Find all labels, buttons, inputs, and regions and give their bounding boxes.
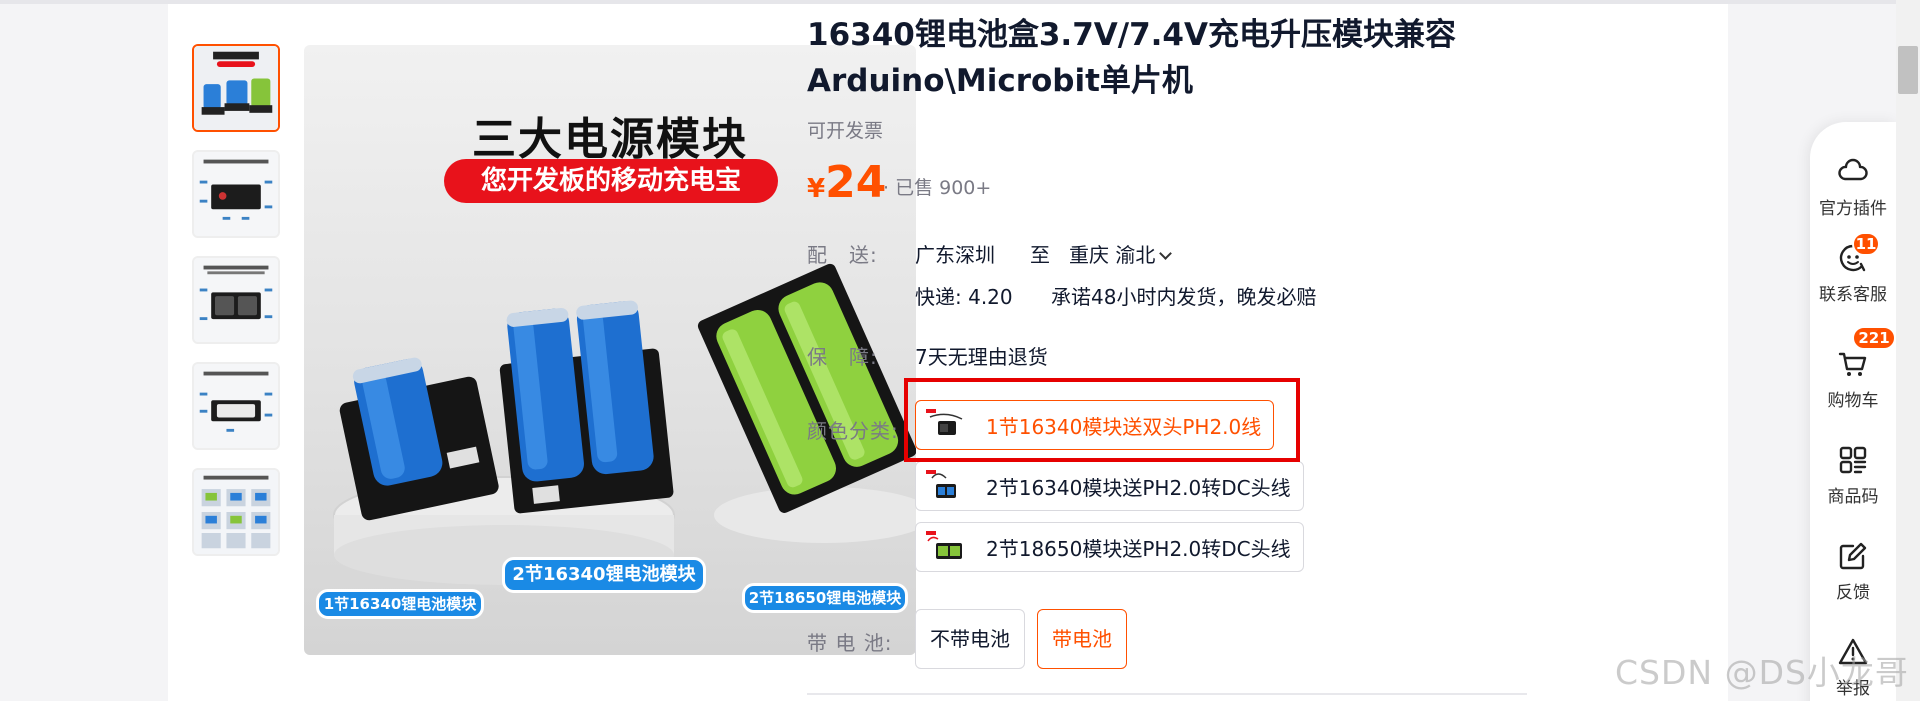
divider: [807, 693, 1527, 695]
right-sidebar: 官方插件 联系客服 11 购物车 221 商品码 反馈 举报: [1810, 122, 1896, 701]
sku-thumbnail-icon: [924, 529, 968, 565]
thumbnail-3[interactable]: [192, 256, 280, 344]
sku-thumbnail-icon: [924, 468, 968, 504]
color-label: 颜色分类:: [807, 419, 899, 443]
product-title: 16340锂电池盒3.7V/7.4V充电升压模块兼容Arduino\Microb…: [807, 17, 1456, 99]
plugin-icon: [1838, 158, 1868, 181]
image-subline: 您开发板的移动充电宝: [444, 159, 778, 203]
price: ¥24: [807, 157, 886, 208]
cart-icon: [1838, 352, 1867, 376]
scrollbar[interactable]: [1896, 0, 1920, 701]
currency-symbol: ¥: [807, 174, 826, 204]
delivery-label: 配 送:: [807, 243, 878, 267]
guarantee-label: 保 障:: [807, 345, 878, 369]
thumbnail-1[interactable]: [192, 44, 280, 132]
edit-icon: [1839, 542, 1867, 570]
sku-option-2[interactable]: 2节16340模块送PH2.0转DC头线: [915, 461, 1304, 511]
sidebar-item-cart[interactable]: 购物车: [1810, 348, 1896, 411]
invoice-note: 可开发票: [807, 120, 884, 142]
sku-label: 2节18650模块送PH2.0转DC头线: [986, 536, 1291, 561]
image-caption-1: 1节16340锂电池模块: [316, 589, 484, 619]
delivery-from: 广东深圳: [915, 243, 995, 267]
selection-highlight-box: [904, 378, 1300, 462]
scrollbar-thumb[interactable]: [1898, 46, 1918, 94]
delivery-destination: 重庆 渝北: [1069, 243, 1156, 267]
image-caption-3: 2节18650锂电池模块: [742, 583, 908, 613]
battery-option-none[interactable]: 不带电池: [915, 609, 1025, 669]
sku-option-3[interactable]: 2节18650模块送PH2.0转DC头线: [915, 522, 1304, 572]
image-caption-2: 2节16340锂电池模块: [502, 557, 706, 593]
price-value: 24: [825, 157, 887, 208]
sidebar-label: 反馈: [1836, 583, 1870, 603]
sidebar-item-feedback[interactable]: 反馈: [1810, 540, 1896, 603]
guarantee-value: 7天无理由退货: [915, 345, 1048, 369]
battery-option-with[interactable]: 带电池: [1037, 609, 1127, 669]
delivery-destination-select[interactable]: 重庆 渝北: [1069, 239, 1173, 268]
sidebar-label: 购物车: [1827, 391, 1879, 411]
grid-icon: [1839, 446, 1867, 474]
sidebar-item-product-code[interactable]: 商品码: [1810, 444, 1896, 507]
delivery-to-word: 至: [1030, 243, 1050, 267]
cart-badge: 221: [1852, 326, 1896, 350]
sold-count: · 已售 900+: [883, 177, 992, 199]
sidebar-label: 官方插件: [1819, 199, 1887, 219]
shipping-promise: 承诺48小时内发货，晚发必赔: [1051, 285, 1317, 309]
battery-label: 带 电 池:: [807, 631, 893, 655]
thumbnail-2[interactable]: [192, 150, 280, 238]
thumbnail-list: [192, 44, 280, 574]
sidebar-label: 商品码: [1827, 487, 1879, 507]
chevron-down-icon: [1159, 247, 1173, 260]
watermark: CSDN @DS小龙哥: [1615, 653, 1909, 692]
thumbnail-4[interactable]: [192, 362, 280, 450]
sidebar-label: 联系客服: [1819, 285, 1887, 305]
shipping-fee: 快递: 4.20: [915, 285, 1013, 309]
thumbnail-5[interactable]: [192, 468, 280, 556]
sku-label: 2节16340模块送PH2.0转DC头线: [986, 475, 1291, 500]
service-badge: 11: [1852, 232, 1880, 256]
sidebar-item-service[interactable]: 联系客服: [1810, 242, 1896, 305]
sidebar-item-plugin[interactable]: 官方插件: [1810, 156, 1896, 219]
